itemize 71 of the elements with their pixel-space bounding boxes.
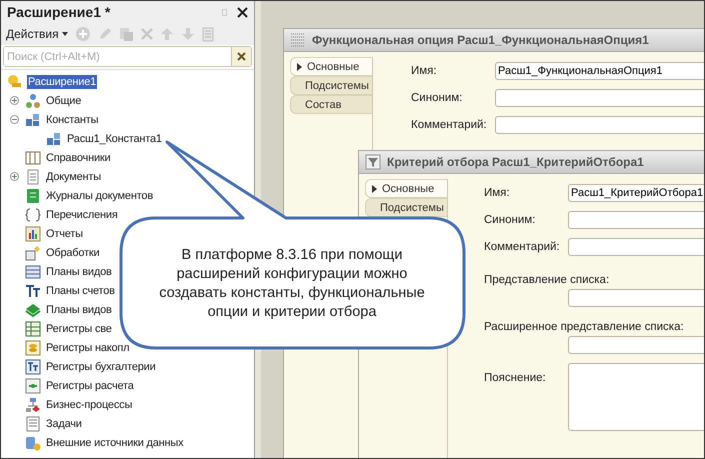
chart-icon [25, 226, 41, 242]
tab[interactable]: Подсистемы [365, 198, 447, 217]
delete-icon[interactable] [140, 28, 153, 40]
close-icon [237, 52, 246, 61]
tree-item[interactable]: Константы [45, 112, 100, 126]
tab[interactable]: Основные [290, 57, 372, 76]
tree-item[interactable]: Журналы документов [45, 188, 154, 202]
tree-item[interactable]: Расш1_Константа1 [66, 132, 163, 146]
tree-item[interactable]: Задачи [45, 416, 83, 430]
expand-icon[interactable] [10, 96, 18, 105]
field-label: Имя: [411, 64, 438, 76]
tab[interactable]: Состав [290, 95, 372, 114]
tab[interactable]: Подсистемы [290, 76, 372, 95]
table-icon [25, 150, 41, 166]
field-label: Комментарий: [411, 118, 488, 130]
window-title: Критерий отбора Расш1_КритерийОтбора1 [387, 155, 644, 169]
pencil-icon[interactable] [98, 27, 112, 41]
tree-item[interactable]: Бизнес-процессы [45, 398, 134, 412]
input-field[interactable] [495, 116, 704, 134]
arrow-down-icon[interactable] [180, 27, 195, 41]
actions-menu-button[interactable]: Действия [6, 27, 68, 41]
grid-icon [25, 264, 41, 280]
tree-item[interactable]: Расширение1 [27, 74, 98, 88]
tree-item[interactable]: Регистры расчета [45, 378, 135, 392]
selected-marker-icon [297, 62, 302, 70]
blocks-icon [46, 130, 62, 146]
filter-icon [365, 154, 381, 170]
tree-item[interactable]: Отчеты [45, 226, 84, 240]
input-field[interactable]: Расш1_КритерийОтбора1 [568, 184, 704, 202]
input-field[interactable] [495, 88, 704, 106]
field-label: Синоним: [411, 92, 464, 104]
tree-item[interactable]: Планы счетов [45, 284, 116, 298]
doc-icon [25, 168, 41, 184]
blocks-icon [25, 112, 41, 128]
tree-item[interactable]: Планы видов [45, 264, 113, 278]
arrow-up-icon[interactable] [160, 27, 174, 41]
field-label: Представление списка: [484, 274, 610, 286]
braces-icon [25, 206, 41, 222]
panel-title: Расширение1 * [7, 4, 112, 20]
field-label: Комментарий: [484, 240, 561, 252]
tree-item[interactable]: Перечисления [45, 208, 119, 222]
field-label: Пояснение: [484, 371, 547, 386]
journal-icon [25, 188, 41, 204]
search-field[interactable]: Поиск (Ctrl+Alt+M) [3, 46, 252, 67]
input-field[interactable]: Расш1_ФункциональнаяОпция1 [495, 62, 704, 80]
close-icon[interactable] [237, 6, 248, 18]
field-label: Расширенное представление списка: [484, 321, 685, 333]
caret-icon [62, 32, 68, 36]
tree-item[interactable]: Планы видов [45, 302, 113, 316]
clear-search-button[interactable] [231, 47, 251, 66]
tree-item[interactable]: Регистры бухгалтерии [45, 360, 157, 374]
tree-item[interactable]: Справочники [45, 150, 112, 164]
copy-icon[interactable] [118, 26, 134, 42]
expand-icon[interactable] [10, 172, 18, 181]
list-icon[interactable] [202, 26, 214, 42]
tab[interactable]: Основные [365, 179, 447, 198]
tree-item[interactable]: Внешние источники данных [45, 436, 184, 450]
add-icon[interactable] [74, 26, 91, 42]
callout-text: В платформе 8.3.16 при помощи расширений конфигурации можно создавать константы, функциональные опции и критерии отбора [158, 246, 426, 322]
flow-icon [25, 396, 41, 412]
collapse-icon[interactable] [10, 115, 18, 124]
tree-item[interactable]: Обработки [45, 246, 100, 260]
tree-item[interactable]: Общие [45, 94, 82, 108]
tree-item[interactable]: Регистры све [45, 322, 113, 336]
selected-marker-icon [372, 184, 377, 192]
window-title: Функциональная опция Расш1_ФункциональнаяОпция1 [312, 33, 649, 47]
tree-item[interactable]: Документы [45, 170, 102, 184]
field-label: Имя: [484, 186, 511, 198]
layers-icon [25, 302, 41, 318]
tree-item[interactable]: Регистры накопл [45, 340, 130, 354]
field-label: Синоним: [484, 214, 536, 226]
